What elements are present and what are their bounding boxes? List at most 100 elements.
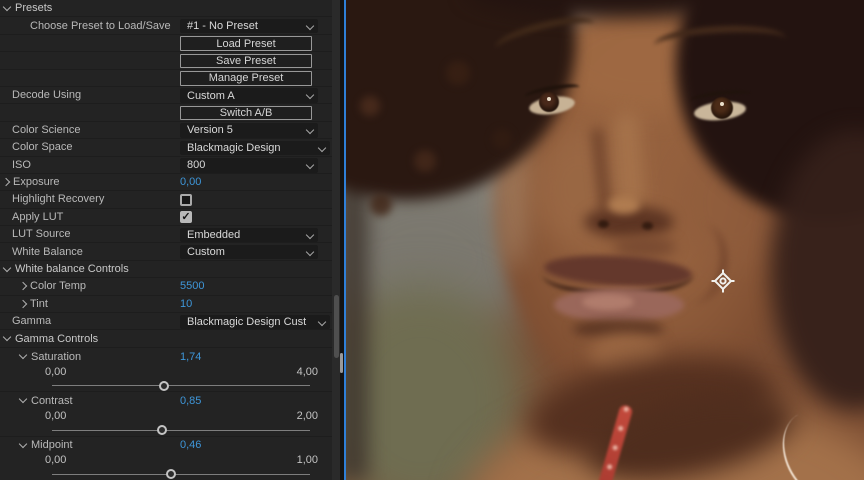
photo-nostril-right bbox=[642, 222, 653, 230]
load-preset-label: Load Preset bbox=[216, 38, 275, 50]
white-balance-dropdown[interactable]: Custom bbox=[180, 245, 318, 260]
row-choose-preset: Choose Preset to Load/Save #1 - No Prese… bbox=[0, 17, 332, 34]
contrast-value[interactable]: 0,85 bbox=[180, 392, 201, 409]
row-gamma: Gamma Blackmagic Design Cust bbox=[0, 313, 332, 330]
row-iso: ISO 800 bbox=[0, 157, 332, 174]
white-balance-picker-icon[interactable] bbox=[711, 269, 735, 293]
color-science-label: Color Science bbox=[12, 124, 80, 136]
lut-source-label: LUT Source bbox=[12, 228, 71, 240]
photo-nostril-left bbox=[598, 220, 609, 228]
saturation-slider-track[interactable] bbox=[52, 385, 310, 386]
tint-value[interactable]: 10 bbox=[180, 296, 192, 312]
contrast-slider[interactable] bbox=[0, 423, 332, 437]
load-preset-button[interactable]: Load Preset bbox=[180, 36, 312, 51]
contrast-slider-track[interactable] bbox=[52, 430, 310, 431]
row-color-science: Color Science Version 5 bbox=[0, 122, 332, 139]
manage-preset-label: Manage Preset bbox=[209, 72, 284, 84]
gamma-label: Gamma bbox=[12, 315, 51, 327]
app-window: Presets Choose Preset to Load/Save #1 - … bbox=[0, 0, 864, 480]
color-science-value: Version 5 bbox=[187, 124, 233, 136]
color-temp-label: Color Temp bbox=[30, 280, 86, 292]
twirl-right-icon[interactable] bbox=[19, 300, 27, 308]
saturation-range-labels: 0,00 4,00 bbox=[0, 365, 332, 378]
manage-preset-button[interactable]: Manage Preset bbox=[180, 71, 312, 86]
gamma-dropdown[interactable]: Blackmagic Design Cust bbox=[180, 315, 330, 330]
twirl-down-icon[interactable] bbox=[19, 440, 27, 448]
midpoint-value[interactable]: 0,46 bbox=[180, 437, 201, 454]
section-wb-controls-label: White balance Controls bbox=[15, 263, 129, 275]
gamma-value: Blackmagic Design Cust bbox=[187, 316, 306, 328]
section-gamma-controls-label: Gamma Controls bbox=[15, 333, 98, 345]
row-lut-source: LUT Source Embedded bbox=[0, 226, 332, 243]
saturation-value[interactable]: 1,74 bbox=[180, 348, 201, 365]
saturation-slider-thumb[interactable] bbox=[159, 381, 169, 391]
chevron-down-icon bbox=[306, 248, 314, 256]
midpoint-slider-track[interactable] bbox=[52, 474, 310, 475]
exposure-label: Exposure bbox=[13, 176, 59, 188]
switch-ab-label: Switch A/B bbox=[220, 107, 273, 119]
midpoint-min-label: 0,00 bbox=[45, 454, 66, 466]
color-temp-value[interactable]: 5500 bbox=[180, 278, 204, 294]
midpoint-label: Midpoint bbox=[31, 439, 73, 451]
highlight-recovery-checkbox[interactable] bbox=[180, 194, 192, 206]
row-midpoint: Midpoint 0,46 bbox=[0, 437, 332, 454]
decode-using-label: Decode Using bbox=[12, 89, 81, 101]
saturation-max-label: 4,00 bbox=[297, 366, 318, 378]
midpoint-slider-thumb[interactable] bbox=[166, 469, 176, 479]
white-balance-label: White Balance bbox=[12, 246, 83, 258]
lut-source-value: Embedded bbox=[187, 229, 240, 241]
row-switch-ab: Switch A/B bbox=[0, 104, 332, 121]
row-highlight-recovery: Highlight Recovery bbox=[0, 191, 332, 208]
row-gamma-controls-header: Gamma Controls bbox=[0, 330, 332, 347]
row-presets-header: Presets bbox=[0, 0, 332, 17]
composition-viewer[interactable] bbox=[346, 0, 864, 480]
saturation-slider[interactable] bbox=[0, 378, 332, 392]
row-wb-controls-header: White balance Controls bbox=[0, 261, 332, 278]
row-save-preset: Save Preset bbox=[0, 52, 332, 69]
white-balance-value: Custom bbox=[187, 246, 225, 258]
contrast-label: Contrast bbox=[31, 395, 73, 407]
row-contrast: Contrast 0,85 bbox=[0, 392, 332, 409]
exposure-value[interactable]: 0,00 bbox=[180, 174, 201, 190]
row-exposure: Exposure 0,00 bbox=[0, 174, 332, 191]
switch-ab-button[interactable]: Switch A/B bbox=[180, 106, 312, 121]
panel-scrollbar-thumb[interactable] bbox=[334, 295, 339, 358]
apply-lut-checkbox[interactable] bbox=[180, 211, 192, 223]
chevron-down-icon bbox=[318, 317, 326, 325]
chevron-down-icon bbox=[306, 91, 314, 99]
decode-using-dropdown[interactable]: Custom A bbox=[180, 88, 318, 103]
twirl-right-icon[interactable] bbox=[19, 282, 27, 290]
row-manage-preset: Manage Preset bbox=[0, 70, 332, 87]
twirl-down-icon[interactable] bbox=[3, 263, 11, 271]
lut-source-dropdown[interactable]: Embedded bbox=[180, 228, 318, 243]
twirl-down-icon[interactable] bbox=[3, 2, 11, 10]
twirl-right-icon[interactable] bbox=[2, 178, 10, 186]
panel-scrollbar-track[interactable] bbox=[332, 0, 340, 480]
twirl-down-icon[interactable] bbox=[19, 395, 27, 403]
color-space-dropdown[interactable]: Blackmagic Design bbox=[180, 141, 330, 156]
midpoint-slider[interactable] bbox=[0, 467, 332, 480]
effect-controls-panel: Presets Choose Preset to Load/Save #1 - … bbox=[0, 0, 332, 480]
chevron-down-icon bbox=[306, 161, 314, 169]
save-preset-button[interactable]: Save Preset bbox=[180, 54, 312, 69]
chevron-down-icon bbox=[306, 22, 314, 30]
preset-dropdown[interactable]: #1 - No Preset bbox=[180, 19, 318, 34]
row-apply-lut: Apply LUT bbox=[0, 209, 332, 226]
chevron-down-icon bbox=[306, 126, 314, 134]
chevron-down-icon bbox=[306, 230, 314, 238]
color-science-dropdown[interactable]: Version 5 bbox=[180, 123, 318, 138]
twirl-down-icon[interactable] bbox=[19, 351, 27, 359]
row-load-preset: Load Preset bbox=[0, 35, 332, 52]
contrast-slider-thumb[interactable] bbox=[157, 425, 167, 435]
row-tint: Tint 10 bbox=[0, 296, 332, 313]
color-space-label: Color Space bbox=[12, 141, 73, 153]
row-decode-using: Decode Using Custom A bbox=[0, 87, 332, 104]
saturation-label: Saturation bbox=[31, 351, 81, 363]
photo-nose-tip-highlight bbox=[608, 196, 640, 214]
twirl-down-icon[interactable] bbox=[3, 333, 11, 341]
iso-label: ISO bbox=[12, 159, 31, 171]
photo-lip-highlight bbox=[582, 294, 634, 310]
panel-splitter-grip[interactable] bbox=[340, 353, 343, 373]
iso-dropdown[interactable]: 800 bbox=[180, 158, 318, 173]
row-color-temp: Color Temp 5500 bbox=[0, 278, 332, 295]
